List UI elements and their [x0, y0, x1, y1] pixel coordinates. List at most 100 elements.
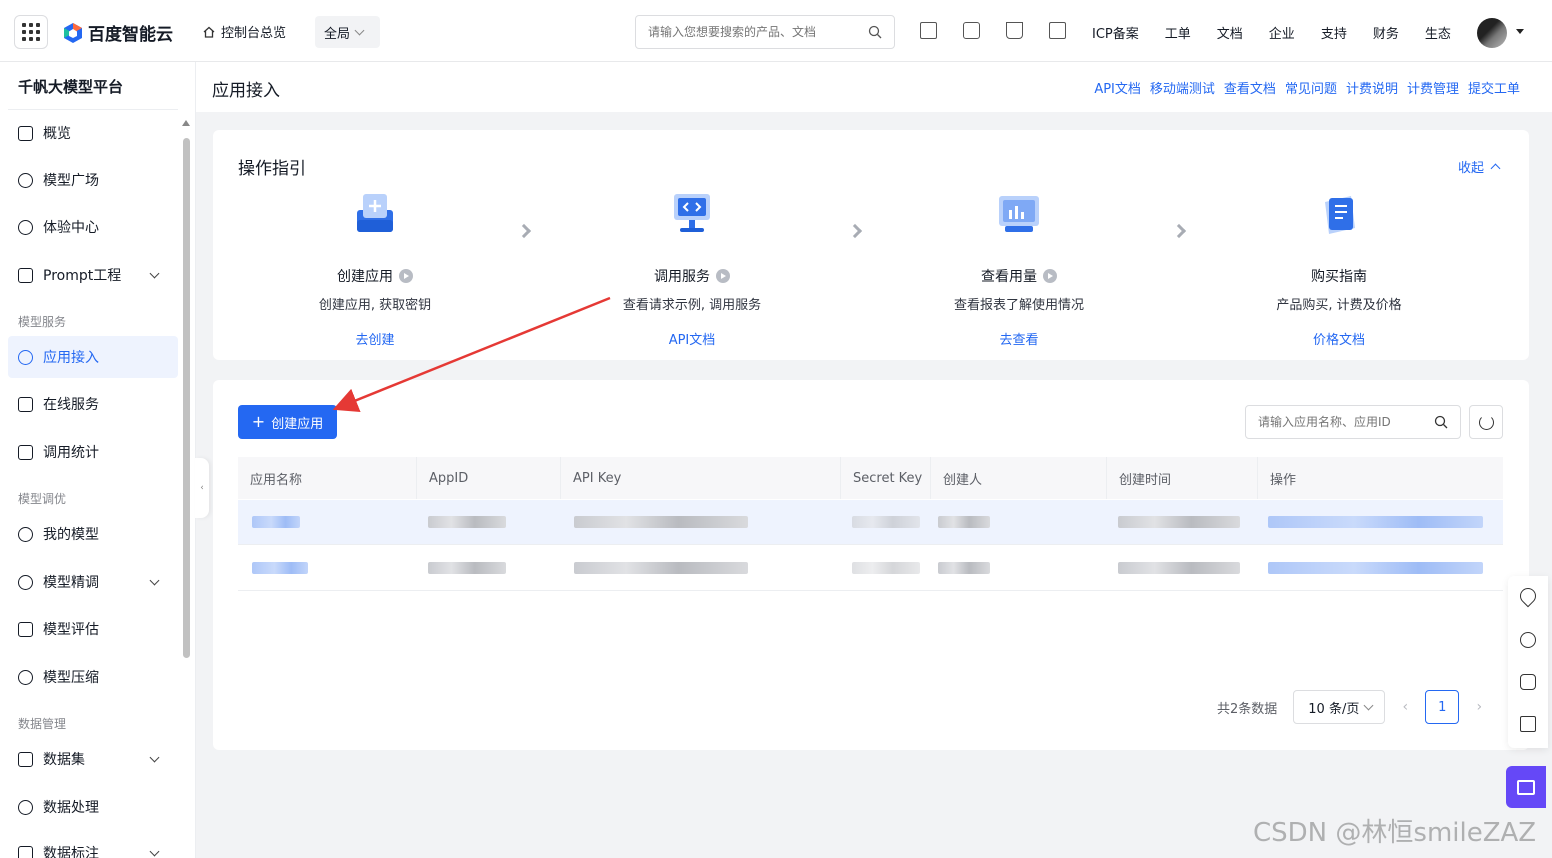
sidebar-item-experience[interactable]: 体验中心 [8, 206, 178, 248]
play-video-icon[interactable] [716, 269, 730, 283]
billing-icon[interactable] [1049, 22, 1066, 39]
chevron-down-icon [149, 575, 160, 586]
nav-finance[interactable]: 财务 [1373, 23, 1399, 42]
table-row[interactable] [238, 500, 1503, 545]
global-search[interactable] [635, 15, 895, 49]
message-icon[interactable] [963, 22, 980, 39]
step-link-go-create[interactable]: 去创建 [275, 329, 475, 348]
baidu-cloud-logo[interactable]: 百度智能云 [62, 20, 173, 45]
caret-down-icon[interactable] [1516, 29, 1524, 34]
sidebar-item-label: 概览 [43, 126, 71, 142]
cart-icon[interactable] [1006, 22, 1023, 39]
favorite-icon[interactable] [1516, 584, 1540, 608]
collapse-button[interactable]: 收起 [1458, 157, 1501, 176]
nav-ecosystem[interactable]: 生态 [1425, 23, 1451, 42]
sidebar-scrollbar[interactable] [181, 120, 191, 858]
refresh-icon [1478, 414, 1494, 430]
app-search[interactable] [1245, 405, 1461, 439]
total-count: 共2条数据 [1217, 701, 1278, 717]
grid-icon[interactable] [1520, 716, 1536, 732]
qrcode-icon[interactable] [920, 22, 937, 39]
nav-docs[interactable]: 文档 [1217, 23, 1243, 42]
nav-support[interactable]: 支持 [1321, 23, 1347, 42]
chat-assistant-button[interactable] [1506, 766, 1546, 808]
sidebar-item-my-model[interactable]: 我的模型 [8, 513, 178, 555]
refresh-button[interactable] [1469, 405, 1503, 439]
global-search-input[interactable] [648, 25, 868, 39]
appid-cell [428, 562, 506, 574]
link-billing-manage[interactable]: 计费管理 [1407, 78, 1459, 97]
chevron-right-icon [847, 223, 863, 239]
step-link-price-docs[interactable]: 价格文档 [1239, 329, 1439, 348]
app-name-cell[interactable] [252, 562, 308, 574]
sidebar-item-dataset[interactable]: 数据集 [8, 738, 178, 780]
region-select[interactable]: 全局 [315, 16, 380, 48]
step-link-go-view[interactable]: 去查看 [919, 329, 1119, 348]
chevron-down-icon [1363, 700, 1374, 711]
sidebar-item-compress[interactable]: 模型压缩 [8, 656, 178, 698]
column-header: AppID [417, 457, 561, 499]
sidebar-item-online-service[interactable]: 在线服务 [8, 383, 178, 425]
create-app-illustration-icon [357, 194, 393, 232]
table-row[interactable] [238, 546, 1503, 591]
chevron-down-icon [149, 268, 160, 279]
link-faq[interactable]: 常见问题 [1285, 78, 1337, 97]
phone-icon[interactable] [1520, 674, 1536, 690]
link-submit-ticket[interactable]: 提交工单 [1468, 78, 1520, 97]
sidebar-item-fine-tune[interactable]: 模型精调 [8, 561, 178, 603]
page-size-select[interactable]: 10 条/页 [1293, 690, 1386, 724]
apps-menu-icon[interactable] [14, 15, 48, 49]
app-search-input[interactable] [1258, 415, 1434, 429]
search-icon[interactable] [1434, 415, 1448, 429]
scroll-thumb[interactable] [183, 138, 190, 658]
play-video-icon[interactable] [399, 269, 413, 283]
floating-toolbar [1508, 576, 1548, 748]
nav-enterprise[interactable]: 企业 [1269, 23, 1295, 42]
link-api-docs[interactable]: API文档 [1094, 78, 1141, 97]
sidebar-item-model-plaza[interactable]: 模型广场 [8, 159, 178, 201]
step-desc: 查看请求示例, 调用服务 [622, 298, 762, 313]
help-icon[interactable] [1520, 632, 1536, 648]
scroll-up-icon[interactable] [182, 120, 190, 126]
row-actions[interactable] [1268, 562, 1483, 574]
console-home-link[interactable]: 控制台总览 [202, 22, 286, 41]
avatar[interactable] [1477, 18, 1507, 48]
top-nav: ICP备案 工单 文档 企业 支持 财务 生态 [1092, 23, 1451, 42]
sidebar-item-data-label[interactable]: 数据标注 [8, 832, 178, 858]
step-link-api-docs[interactable]: API文档 [592, 329, 792, 348]
sidebar-item-data-process[interactable]: 数据处理 [8, 786, 178, 828]
create-app-button[interactable]: + 创建应用 [238, 405, 337, 439]
sidebar: 千帆大模型平台 概览 模型广场 体验中心 Prompt工程 模型服务 应用接入 … [0, 62, 196, 858]
sidebar-item-call-stats[interactable]: 调用统计 [8, 431, 178, 473]
link-mobile-test[interactable]: 移动端测试 [1150, 78, 1215, 97]
chevron-right-icon [1171, 223, 1187, 239]
top-bar: 百度智能云 控制台总览 全局 ICP备案 工单 文档 企业 支持 财务 生态 [0, 0, 1552, 62]
page-header-links: API文档 移动端测试 查看文档 常见问题 计费说明 计费管理 提交工单 [1094, 78, 1520, 97]
sidebar-item-app-access[interactable]: 应用接入 [8, 336, 178, 378]
sidebar-item-label: 在线服务 [43, 397, 99, 413]
column-header: Secret Key [841, 457, 931, 499]
guide-title: 操作指引 [238, 159, 306, 179]
link-view-docs[interactable]: 查看文档 [1224, 78, 1276, 97]
row-actions[interactable] [1268, 516, 1483, 528]
prev-page-icon[interactable]: ‹ [1395, 699, 1415, 715]
sidebar-item-label: 模型评估 [43, 622, 99, 638]
next-page-icon[interactable]: › [1469, 699, 1489, 715]
app-table-card: + 创建应用 应用名称 AppID API Key Secret Key 创建人… [213, 380, 1529, 750]
link-billing-info[interactable]: 计费说明 [1346, 78, 1398, 97]
play-video-icon[interactable] [1043, 269, 1057, 283]
group-label-data: 数据管理 [18, 717, 67, 731]
search-icon[interactable] [868, 25, 882, 39]
app-name-cell[interactable] [252, 516, 300, 528]
sidebar-item-overview[interactable]: 概览 [8, 112, 178, 154]
sidebar-item-label: 调用统计 [43, 445, 99, 461]
sidebar-item-prompt[interactable]: Prompt工程 [8, 254, 178, 296]
nav-icp[interactable]: ICP备案 [1092, 23, 1139, 42]
column-header: 创建时间 [1107, 457, 1258, 499]
sidebar-collapse-handle[interactable]: ‹ [195, 458, 209, 518]
model-plaza-icon [18, 172, 33, 188]
sidebar-item-evaluate[interactable]: 模型评估 [8, 608, 178, 650]
nav-ticket[interactable]: 工单 [1165, 23, 1191, 42]
page-number-current[interactable]: 1 [1425, 690, 1460, 724]
secret-key-cell [852, 516, 920, 528]
